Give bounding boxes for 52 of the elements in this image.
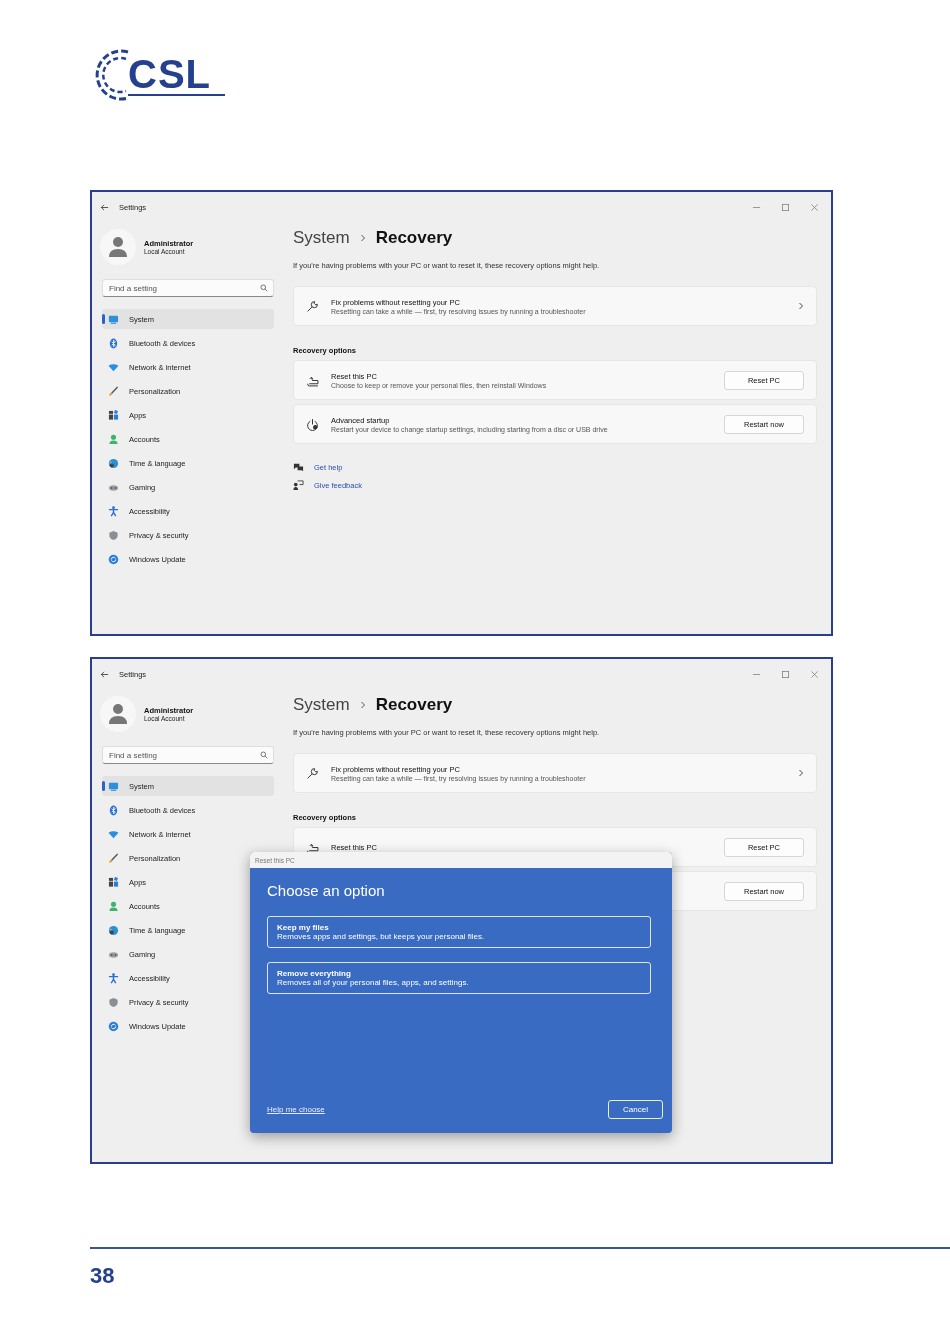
close-icon[interactable] [810,669,819,679]
chevron-icon [798,769,804,777]
brush-icon [108,385,119,397]
wifi-icon [108,828,119,840]
chevron-icon [798,302,804,310]
maximize-icon[interactable] [781,202,790,212]
wifi-icon [108,361,119,373]
accessibility-icon [108,972,119,984]
apps-icon [108,409,119,421]
page-number: 38 [90,1263,115,1289]
back-icon[interactable] [100,669,109,679]
globe-icon [108,457,119,469]
brush-icon [108,852,119,864]
update-icon [108,1020,119,1032]
page-title: Recovery [375,695,453,715]
wrench-icon [306,299,319,313]
globe-icon [108,924,119,936]
monitor-icon [108,313,119,325]
bluetooth-icon [108,804,119,816]
apps-icon [108,876,119,888]
search-field[interactable]: Find a setting [102,746,274,764]
person-icon [108,703,128,725]
option-button[interactable]: Keep my files Removes apps and settings, but keeps your personal files. [267,916,651,948]
breadcrumb-link[interactable]: System [293,228,350,248]
help-chat-icon [293,462,304,473]
shield-icon [108,529,119,541]
chevron-icon [359,701,366,709]
maximize-icon[interactable] [781,669,790,679]
person-icon [108,236,128,258]
close-icon[interactable] [810,202,819,212]
back-icon[interactable] [100,202,109,212]
dialog-heading: Choose an option [267,882,386,899]
power-gear-icon [306,417,319,431]
wrench-icon [306,766,319,780]
monitor-icon [108,780,119,792]
help-link[interactable]: Help me choose [267,1105,325,1114]
update-icon [108,553,119,565]
bluetooth-icon [108,337,119,349]
person-icon [108,433,119,445]
search-icon [260,751,268,759]
logo-text: CSL [128,54,225,96]
feedback-icon [293,480,304,491]
breadcrumb-link[interactable]: System [293,695,350,715]
shield-icon [108,996,119,1008]
search-icon [260,284,268,292]
accessibility-icon [108,505,119,517]
person-icon [108,900,119,912]
search-field[interactable]: Find a setting [102,279,274,297]
page-title: Recovery [375,228,453,248]
cancel-button[interactable]: Cancel [608,1100,663,1119]
option-button[interactable]: Remove everything Removes all of your personal files, apps, and settings. [267,962,651,994]
chevron-icon [359,234,366,242]
